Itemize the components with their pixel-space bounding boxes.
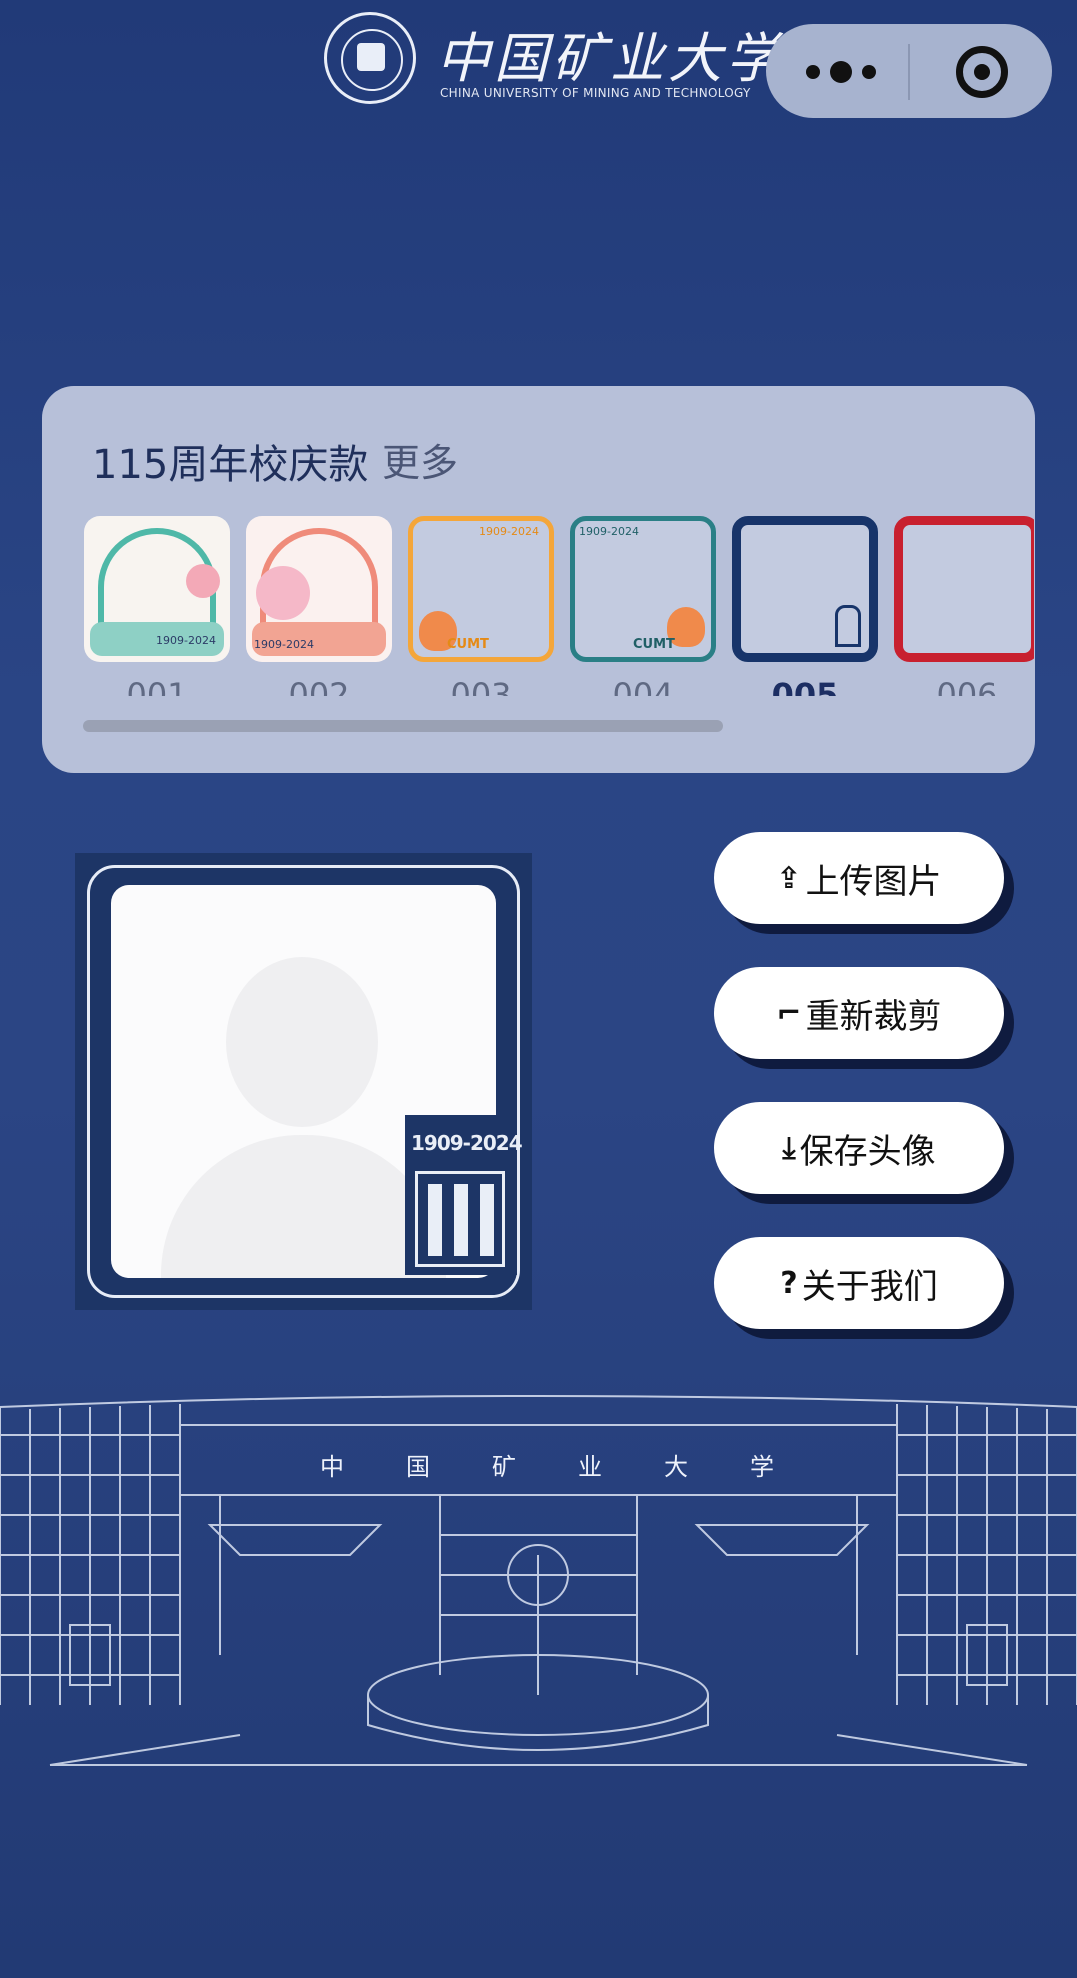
about-us-button[interactable]: ? 关于我们 xyxy=(714,1237,1004,1329)
button-label: 重新裁剪 xyxy=(805,996,942,1037)
frame-year-badge: 1909-2024 xyxy=(579,525,639,538)
help-circle-icon: ? xyxy=(780,1265,798,1301)
frame-tag: CUMT xyxy=(447,637,489,652)
frame-label: 006 xyxy=(936,676,998,696)
frame-option-006[interactable]: 006 xyxy=(894,516,1034,696)
frame-year-badge: 1909-2024 xyxy=(254,638,314,651)
target-close-icon[interactable] xyxy=(956,46,1008,98)
download-icon: ⤓ xyxy=(782,1130,796,1166)
upload-icon: ⇪ xyxy=(776,860,802,896)
badge-years: 1909-2024 xyxy=(411,1131,523,1155)
frame-option-003[interactable]: 1909-2024 CUMT 003 xyxy=(408,516,554,696)
button-label: 保存头像 xyxy=(799,1131,936,1172)
frame-label: 004 xyxy=(612,676,674,696)
frame-thumbnail: 1909-2024 xyxy=(84,516,230,662)
logo-english-name: CHINA UNIVERSITY OF MINING AND TECHNOLOG… xyxy=(440,86,751,100)
frame-option-005[interactable]: 005 xyxy=(732,516,878,696)
button-label: 关于我们 xyxy=(801,1266,938,1307)
frame-label: 003 xyxy=(450,676,512,696)
upload-image-button[interactable]: ⇪ 上传图片 xyxy=(714,832,1004,924)
button-label: 上传图片 xyxy=(805,861,942,902)
miniprogram-capsule xyxy=(766,24,1052,118)
campus-gate-illustration: 中国矿业大学 xyxy=(0,1395,1077,1766)
frame-label: 002 xyxy=(288,676,350,696)
capsule-divider xyxy=(908,44,910,100)
university-logo: 中国矿业大学 CHINA UNIVERSITY OF MINING AND TE… xyxy=(324,12,780,108)
frame-thumbnail xyxy=(894,516,1034,662)
frame-year-badge: 1909-2024 xyxy=(479,525,539,538)
panel-title: 115周年校庆款 xyxy=(92,442,369,488)
frame-thumbnail: 1909-2024 xyxy=(246,516,392,662)
silhouette-body xyxy=(161,1135,446,1278)
gate-banner-text: 中国矿业大学 xyxy=(320,1453,836,1481)
gate-banner-label: 中国矿业大学 xyxy=(320,1453,836,1481)
frame-tag: CUMT xyxy=(633,637,675,652)
recrop-button[interactable]: ⌐ 重新裁剪 xyxy=(714,967,1004,1059)
frame-selection-panel: 115周年校庆款 更多 1909-2024 001 1909-2024 002 … xyxy=(42,386,1035,773)
frame-label-selected: 005 xyxy=(771,676,839,696)
frame-strip-scrollbar[interactable] xyxy=(83,720,723,732)
frame-option-001[interactable]: 1909-2024 001 xyxy=(84,516,230,696)
university-emblem-icon xyxy=(324,12,416,104)
frame-label: 001 xyxy=(126,676,188,696)
frame-thumbnail xyxy=(732,516,878,662)
frame-thumbnail: 1909-2024 CUMT xyxy=(570,516,716,662)
frame-option-004[interactable]: 1909-2024 CUMT 004 xyxy=(570,516,716,696)
frame-strip[interactable]: 1909-2024 001 1909-2024 002 1909-2024 CU… xyxy=(84,516,1034,696)
more-dots-icon[interactable] xyxy=(806,52,896,90)
anniversary-badge: 1909-2024 xyxy=(405,1115,523,1275)
person-silhouette-icon xyxy=(226,957,378,1127)
badge-number-graphic xyxy=(415,1171,505,1267)
anniversary-mark-icon xyxy=(835,605,861,647)
frame-thumbnail: 1909-2024 CUMT xyxy=(408,516,554,662)
avatar-preview: 1909-2024 xyxy=(75,853,532,1310)
crop-icon: ⌐ xyxy=(776,995,802,1031)
more-frames-link[interactable]: 更多 xyxy=(382,432,458,487)
logo-chinese-name: 中国矿业大学 xyxy=(436,27,784,90)
frame-year-badge: 1909-2024 xyxy=(156,634,216,647)
frame-option-002[interactable]: 1909-2024 002 xyxy=(246,516,392,696)
save-avatar-button[interactable]: ⤓ 保存头像 xyxy=(714,1102,1004,1194)
